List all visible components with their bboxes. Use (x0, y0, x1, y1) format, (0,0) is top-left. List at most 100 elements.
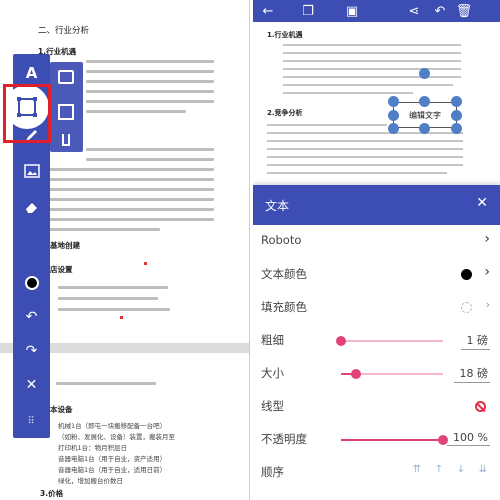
opacity-value[interactable]: 100 % (447, 431, 490, 446)
resize-handle-l[interactable] (388, 110, 399, 121)
size-row: 大小 18 磅 (253, 357, 500, 390)
delete-button[interactable]: 🗑 (453, 0, 475, 22)
body-text-line (267, 140, 463, 142)
body-text-line (86, 60, 214, 63)
fill-color-label: 填充颜色 (261, 300, 307, 314)
red-marker (144, 262, 147, 265)
opacity-row: 不透明度 100 % (253, 423, 500, 456)
pages-button[interactable]: ❐ (297, 0, 319, 22)
body-text-line (58, 286, 168, 289)
undo-top-button[interactable]: ↶ (429, 0, 451, 22)
subsection-equipment: 本设备 (50, 405, 73, 414)
body-text-line (40, 228, 160, 231)
body-text-line (86, 90, 214, 93)
resize-handle-tr[interactable] (451, 96, 462, 107)
undo-button[interactable]: ↶ (13, 302, 50, 332)
body-text-line (267, 172, 447, 174)
text-properties-sheet: 文本 ✕ Roboto › 文本颜色 › 填充颜色 › 粗细 1 磅 大小 18… (253, 185, 500, 500)
send-to-back-icon[interactable]: ⇊ (474, 464, 492, 478)
order-label: 顺序 (261, 465, 284, 479)
save-button[interactable]: ▣ (341, 0, 363, 22)
body-text-line (86, 80, 214, 83)
fill-color-row[interactable]: 填充颜色 › (253, 291, 500, 324)
size-label: 大小 (261, 366, 284, 380)
body-text-line (283, 76, 461, 78)
body-text-line (86, 110, 186, 113)
body-text-line (86, 100, 214, 103)
eraser-icon (25, 203, 37, 213)
subsection-competition: 2.竞争分析 (267, 109, 303, 117)
flag-icon[interactable] (62, 134, 70, 146)
body-text-line (267, 164, 463, 166)
sheet-title: 文本 (265, 199, 290, 213)
screenshot-root: 二、行业分析 1.行业机遇 基地创建 店设置 本设备 机械1台（即屯一块搬移配备… (0, 0, 500, 500)
trash-icon: 🗑 (455, 3, 473, 19)
body-text-line (40, 188, 214, 191)
redo-button[interactable]: ↷ (13, 336, 50, 366)
rectangle-icon[interactable] (58, 104, 74, 120)
body-text-line (86, 70, 214, 73)
redo-icon: ↷ (25, 343, 38, 359)
order-controls: ⇈ ↑ ↓ ⇊ (408, 464, 492, 478)
body-text-line (283, 68, 461, 70)
close-toolbar-button[interactable]: ✕ (13, 370, 50, 400)
body-text-line (267, 148, 463, 150)
text-color-swatch (461, 269, 472, 280)
body-text-line (283, 84, 453, 86)
body-text-line (40, 208, 214, 211)
drag-handle[interactable]: ⠿ (13, 406, 50, 436)
eraser-tool[interactable] (13, 192, 50, 222)
body-text-line (58, 297, 158, 300)
image-tool[interactable] (13, 156, 50, 186)
top-app-bar: ← ❐ ▣ ⋖ ↶ 🗑 (253, 0, 500, 22)
equipment-line: （如粉、发展化、设备）装置，搬装月至 (58, 433, 175, 441)
rotate-handle[interactable] (419, 68, 430, 79)
body-text-line (283, 92, 413, 94)
resize-handle-tl[interactable] (388, 96, 399, 107)
body-text-line (56, 382, 156, 385)
chevron-right-icon: › (484, 231, 490, 247)
resize-handle-br[interactable] (451, 123, 462, 134)
font-row[interactable]: Roboto › (253, 225, 500, 258)
opacity-label: 不透明度 (261, 432, 307, 446)
equipment-line: 音器电脑1台（用于自业，适用日前） (58, 466, 167, 474)
body-text-line (267, 132, 463, 134)
color-swatch-icon (24, 276, 39, 290)
size-slider[interactable] (341, 369, 443, 379)
line-style-row[interactable]: 线型 (253, 390, 500, 423)
weight-slider-knob[interactable] (336, 336, 346, 346)
text-color-row[interactable]: 文本颜色 › (253, 258, 500, 291)
equipment-line: 音器电脑1台（用于自业，资产适用） (58, 455, 167, 463)
body-text-line (40, 218, 214, 221)
body-text-line (58, 308, 170, 311)
body-text-line (283, 44, 461, 46)
subsection-site: 店设置 (50, 265, 73, 274)
size-value[interactable]: 18 磅 (453, 365, 490, 383)
chevron-right-icon: › (485, 298, 490, 311)
bring-forward-icon[interactable]: ↑ (430, 464, 448, 478)
body-text-line (267, 124, 387, 126)
opacity-slider[interactable] (341, 435, 448, 445)
bring-to-front-icon[interactable]: ⇈ (408, 464, 426, 478)
left-document-view: 二、行业分析 1.行业机遇 基地创建 店设置 本设备 机械1台（即屯一块搬移配备… (0, 0, 249, 500)
weight-value[interactable]: 1 磅 (460, 332, 490, 350)
resize-handle-b[interactable] (419, 123, 430, 134)
text-color-label: 文本颜色 (261, 267, 307, 281)
resize-handle-bl[interactable] (388, 123, 399, 134)
textbox-icon[interactable] (58, 70, 74, 84)
size-slider-knob[interactable] (351, 369, 361, 379)
resize-handle-r[interactable] (451, 110, 462, 121)
back-button[interactable]: ← (257, 0, 279, 22)
section-title: 二、行业分析 (38, 26, 90, 36)
copy-icon: ❐ (302, 3, 314, 19)
resize-handle-t[interactable] (419, 96, 430, 107)
save-icon: ▣ (345, 3, 359, 19)
undo-icon: ↶ (25, 309, 38, 325)
shape-submenu (50, 62, 83, 152)
send-backward-icon[interactable]: ↓ (452, 464, 470, 478)
subsection-base: 基地创建 (50, 241, 80, 250)
sheet-close-button[interactable]: ✕ (476, 195, 488, 211)
share-button[interactable]: ⋖ (403, 0, 425, 22)
weight-slider[interactable] (336, 336, 443, 346)
color-tool[interactable] (13, 268, 50, 298)
